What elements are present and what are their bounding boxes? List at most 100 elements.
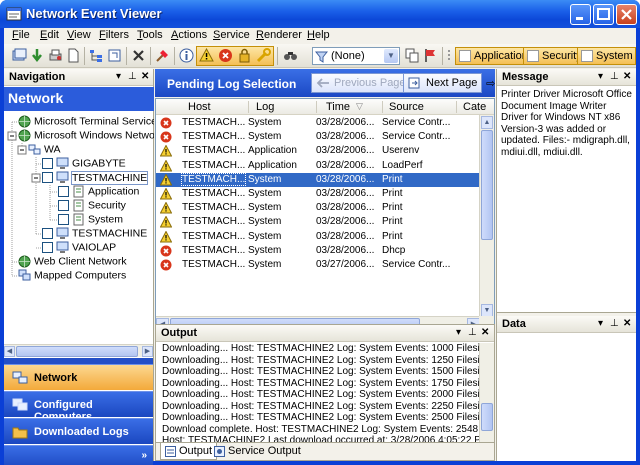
close-panel-icon[interactable]: ✕	[481, 327, 489, 338]
dropdown-icon[interactable]: ▾	[456, 327, 461, 338]
audit-success-icon[interactable]	[256, 48, 271, 63]
nav-button-downloaded-logs[interactable]: Downloaded Logs	[4, 418, 153, 444]
table-row[interactable]: TESTMACH... System 03/28/2006... Dhcp	[156, 244, 480, 258]
close-panel-icon[interactable]: ✕	[623, 318, 631, 329]
menu-edit[interactable]: Edit	[40, 29, 59, 41]
column-time[interactable]: Time	[326, 101, 350, 113]
checkbox[interactable]	[42, 242, 53, 253]
checkbox[interactable]	[58, 200, 69, 211]
print-icon[interactable]	[48, 48, 63, 63]
info-filter-icon[interactable]	[179, 48, 194, 63]
tree-node[interactable]: WA	[28, 143, 61, 157]
checkbox[interactable]	[42, 172, 53, 183]
close-panel-icon[interactable]: ✕	[141, 71, 149, 82]
pin-icon[interactable]: ⊥	[610, 71, 619, 82]
tree-node[interactable]: Microsoft Windows Network	[18, 129, 154, 143]
close-button[interactable]	[616, 4, 637, 25]
tree-node[interactable]: TESTMACHINE	[42, 170, 149, 185]
column-source[interactable]: Source	[389, 101, 424, 113]
security-log-button[interactable]: Security	[523, 47, 585, 65]
nav-button-network[interactable]: Network	[4, 364, 153, 390]
copy-icon[interactable]	[405, 48, 420, 63]
table-row[interactable]: TESTMACH... System 03/28/2006... Service Co…	[156, 130, 480, 144]
table-row[interactable]: TESTMACH... System 03/27/2006... Service Co…	[156, 258, 480, 272]
find-icon[interactable]	[283, 48, 298, 63]
title-bar[interactable]: Network Event Viewer	[0, 0, 640, 28]
nav-button-configured-computers[interactable]: Configured Computers	[4, 391, 153, 423]
pin-icon[interactable]: ⊥	[610, 318, 619, 329]
dropdown-icon[interactable]: ▾	[598, 318, 603, 329]
table-row[interactable]: TESTMACH... System 03/28/2006... Service Co…	[156, 116, 480, 130]
scrollbar-thumb[interactable]	[481, 130, 493, 240]
table-row[interactable]: TESTMACH... System 03/28/2006... Print	[156, 187, 480, 201]
grid-vertical-scrollbar[interactable]: ▲ ▼	[479, 115, 494, 318]
audit-failure-icon[interactable]	[237, 48, 252, 63]
checkbox[interactable]	[58, 186, 69, 197]
tree-node[interactable]: TESTMACHINE	[42, 227, 147, 241]
error-filter-icon[interactable]	[218, 48, 233, 63]
menu-view[interactable]: View	[67, 29, 91, 41]
column-category[interactable]: Cate	[463, 101, 486, 113]
scroll-left-icon[interactable]: ◀	[4, 346, 15, 357]
connect-icon[interactable]	[12, 48, 27, 63]
column-host[interactable]: Host	[188, 101, 211, 113]
previous-page-button[interactable]: Previous Page	[311, 73, 411, 93]
table-row[interactable]: TESTMACH... System 03/28/2006... Print	[156, 201, 480, 215]
menu-tools[interactable]: Tools	[137, 29, 163, 41]
pin-icon[interactable]: ⊥	[468, 327, 477, 338]
download-icon[interactable]	[30, 48, 45, 63]
tree-node[interactable]: VAIOLAP	[42, 241, 116, 255]
table-row[interactable]: TESTMACH... System 03/28/2006... Print	[156, 215, 480, 229]
dropdown-icon[interactable]: ▾	[116, 71, 121, 82]
tree-view-icon[interactable]	[89, 48, 104, 63]
checkbox[interactable]	[42, 158, 53, 169]
tree-node[interactable]: Mapped Computers	[18, 269, 126, 283]
nav-button-footer[interactable]: »	[4, 445, 153, 465]
tree-node[interactable]: Security	[58, 199, 126, 213]
network-tree[interactable]: Microsoft Terminal Services Microsoft Win…	[4, 113, 154, 343]
next-page-button[interactable]: Next Page ⇨	[403, 73, 495, 93]
output-scrollbar[interactable]	[479, 343, 494, 443]
table-row[interactable]: TESTMACH... Application 03/28/2006... LoadP…	[156, 159, 480, 173]
tree-node[interactable]: Web Client Network	[18, 255, 127, 269]
pin-icon[interactable]: ⊥	[128, 71, 137, 82]
warning-filter-icon[interactable]	[199, 48, 214, 63]
checkbox[interactable]	[58, 214, 69, 225]
tree-horizontal-scrollbar[interactable]: ◀ ▶	[4, 344, 153, 357]
clear-log-icon[interactable]	[155, 48, 170, 63]
menu-actions[interactable]: Actions	[171, 29, 207, 41]
system-log-button[interactable]: System	[577, 47, 636, 65]
scroll-right-icon[interactable]: ▶	[142, 346, 153, 357]
tab-output[interactable]: Output	[160, 443, 218, 460]
column-log[interactable]: Log	[256, 101, 274, 113]
tab-service-output[interactable]: Service Output	[210, 443, 305, 460]
refresh-icon[interactable]	[107, 48, 122, 63]
chevron-more-icon[interactable]: »	[141, 450, 147, 461]
menu-file[interactable]: File	[12, 29, 30, 41]
scrollbar-thumb[interactable]	[16, 346, 138, 357]
checkbox[interactable]	[42, 228, 53, 239]
new-document-icon[interactable]	[66, 48, 81, 63]
menu-filters[interactable]: Filters	[99, 29, 129, 41]
filter-select[interactable]: (None) ▼	[312, 47, 400, 65]
maximize-button[interactable]	[593, 4, 614, 25]
table-row[interactable]: TESTMACH... System 03/28/2006... Print	[156, 230, 480, 244]
tree-node[interactable]: Microsoft Terminal Services	[18, 115, 154, 129]
tree-node[interactable]: GIGABYTE	[42, 157, 126, 171]
delete-icon[interactable]	[131, 48, 146, 63]
tree-node[interactable]: Application	[58, 185, 139, 199]
application-log-button[interactable]: Application	[455, 47, 531, 65]
table-row[interactable]: TESTMACH... Application 03/28/2006... Usere…	[156, 144, 480, 158]
flag-icon[interactable]	[423, 48, 438, 63]
dropdown-icon[interactable]: ▾	[598, 71, 603, 82]
tree-node[interactable]: System	[58, 213, 123, 227]
close-panel-icon[interactable]: ✕	[623, 71, 631, 82]
menu-renderer[interactable]: Renderer	[256, 29, 302, 41]
menu-service[interactable]: Service	[213, 29, 250, 41]
scrollbar-thumb[interactable]	[481, 403, 493, 431]
table-row[interactable]: TESTMACH... System 03/28/2006... Print	[156, 172, 480, 187]
menu-help[interactable]: Help	[307, 29, 330, 41]
chevron-down-icon[interactable]: ▼	[384, 49, 398, 63]
minimize-button[interactable]	[570, 4, 591, 25]
scroll-up-icon[interactable]: ▲	[481, 116, 493, 129]
